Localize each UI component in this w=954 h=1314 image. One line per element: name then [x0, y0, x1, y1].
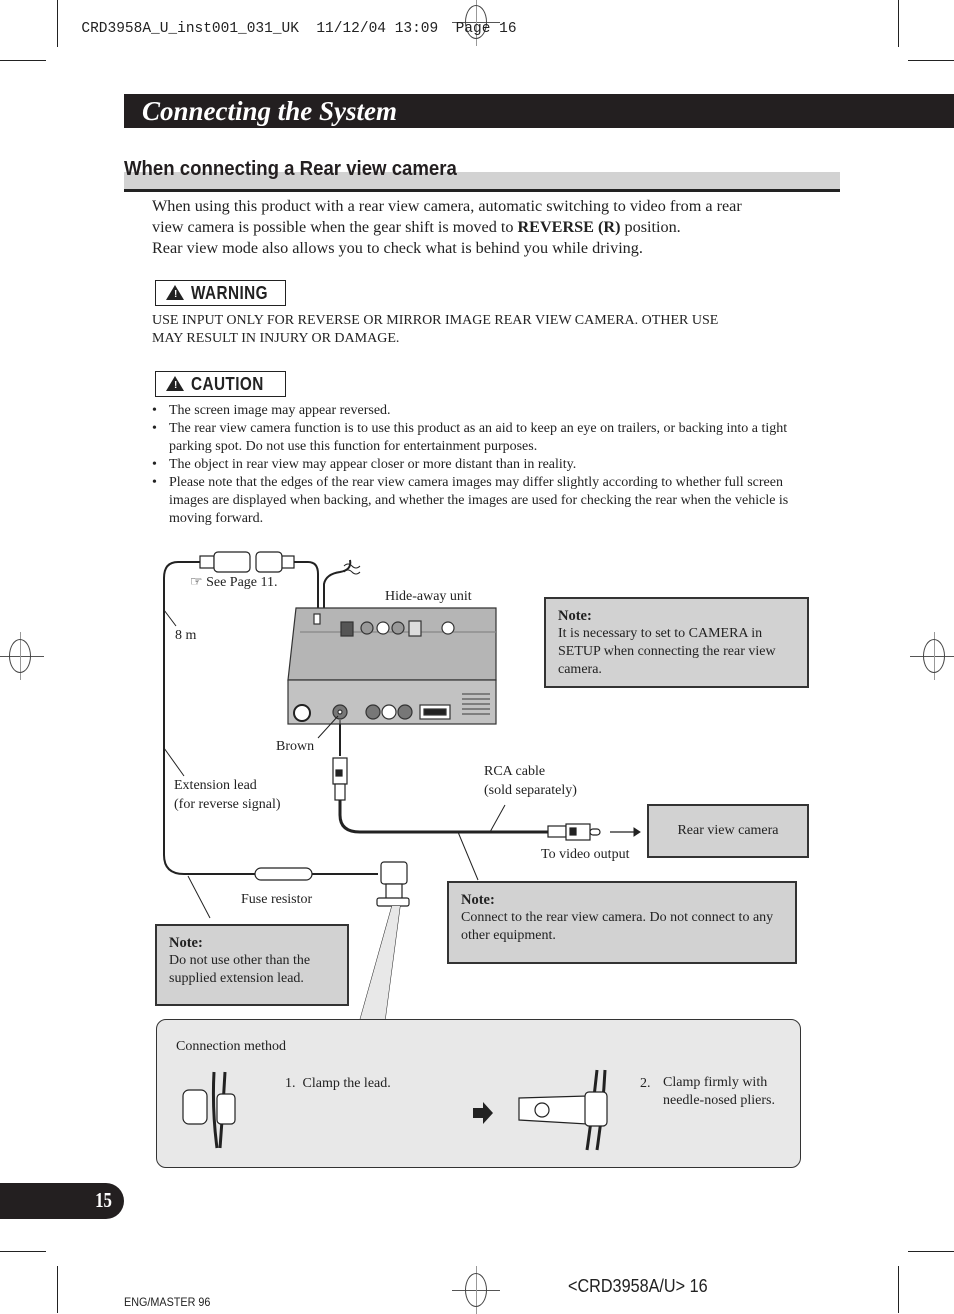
clamp-step-illustrations [182, 1069, 608, 1151]
rca-plug [332, 757, 348, 801]
hide-away-unit [287, 607, 497, 725]
rca-cable-text: RCA cable [484, 764, 546, 779]
note-text: It is necessary to set to CAMERA in SETU… [558, 626, 776, 677]
page-number-tab: 15 [0, 1183, 124, 1219]
extension-lead-label: Extension lead (for reverse signal) [174, 776, 281, 814]
rca-cable [338, 800, 548, 834]
wire-clamp [376, 861, 410, 907]
pointing-hand-icon: ☞ [190, 575, 203, 590]
pliers-illustration [518, 1069, 608, 1151]
length-label: 8 m [175, 628, 197, 643]
arrow-right-icon [473, 1102, 493, 1124]
callout-pointer [360, 906, 400, 1020]
note-connect-camera: Note: Connect to the rear view camera. D… [447, 881, 797, 964]
brown-label: Brown [276, 739, 315, 754]
footer-master: ENG/MASTER 96 [124, 1295, 211, 1309]
see-page-label: See Page 11. [206, 575, 278, 590]
rear-view-camera-label: Rear view camera [677, 823, 779, 838]
connection-method-box: Connection method 1. Clamp the lead. 2. … [156, 1019, 801, 1168]
footer-doc-code: <CRD3958A/U> 16 [568, 1276, 708, 1296]
note-title: Note: [169, 935, 203, 951]
rca-cable-label: RCA cable (sold separately) [484, 762, 577, 800]
note-extension-lead: Note: Do not use other than the supplied… [155, 924, 349, 1006]
rca-cable-text: (sold separately) [484, 783, 577, 798]
note-title: Note: [461, 892, 495, 908]
fuse-resistor-label: Fuse resistor [241, 892, 313, 907]
rca-plug [547, 823, 601, 841]
note-text: Connect to the rear view camera. Do not … [461, 910, 774, 943]
to-video-output-label: To video output [541, 847, 630, 862]
connector-pair [199, 551, 295, 573]
see-page-reference[interactable]: ☞ See Page 11. [190, 573, 277, 592]
power-cable [323, 559, 352, 612]
extension-lead-wire [294, 561, 319, 612]
extension-lead-wire [163, 561, 255, 875]
fuse-resistor [254, 867, 313, 881]
arrow-icon [610, 827, 641, 837]
rear-view-camera-box: Rear view camera [647, 804, 809, 858]
page-number: 15 [95, 1188, 112, 1212]
extension-lead-text: Extension lead [174, 778, 257, 793]
note-camera-setup: Note: It is necessary to set to CAMERA i… [544, 597, 809, 688]
note-title: Note: [558, 608, 592, 624]
hide-away-unit-label: Hide-away unit [385, 589, 472, 604]
clamp-lead-illustration [182, 1071, 236, 1149]
extension-lead-text: (for reverse signal) [174, 797, 281, 812]
note-text: Do not use other than the supplied exten… [169, 953, 311, 986]
